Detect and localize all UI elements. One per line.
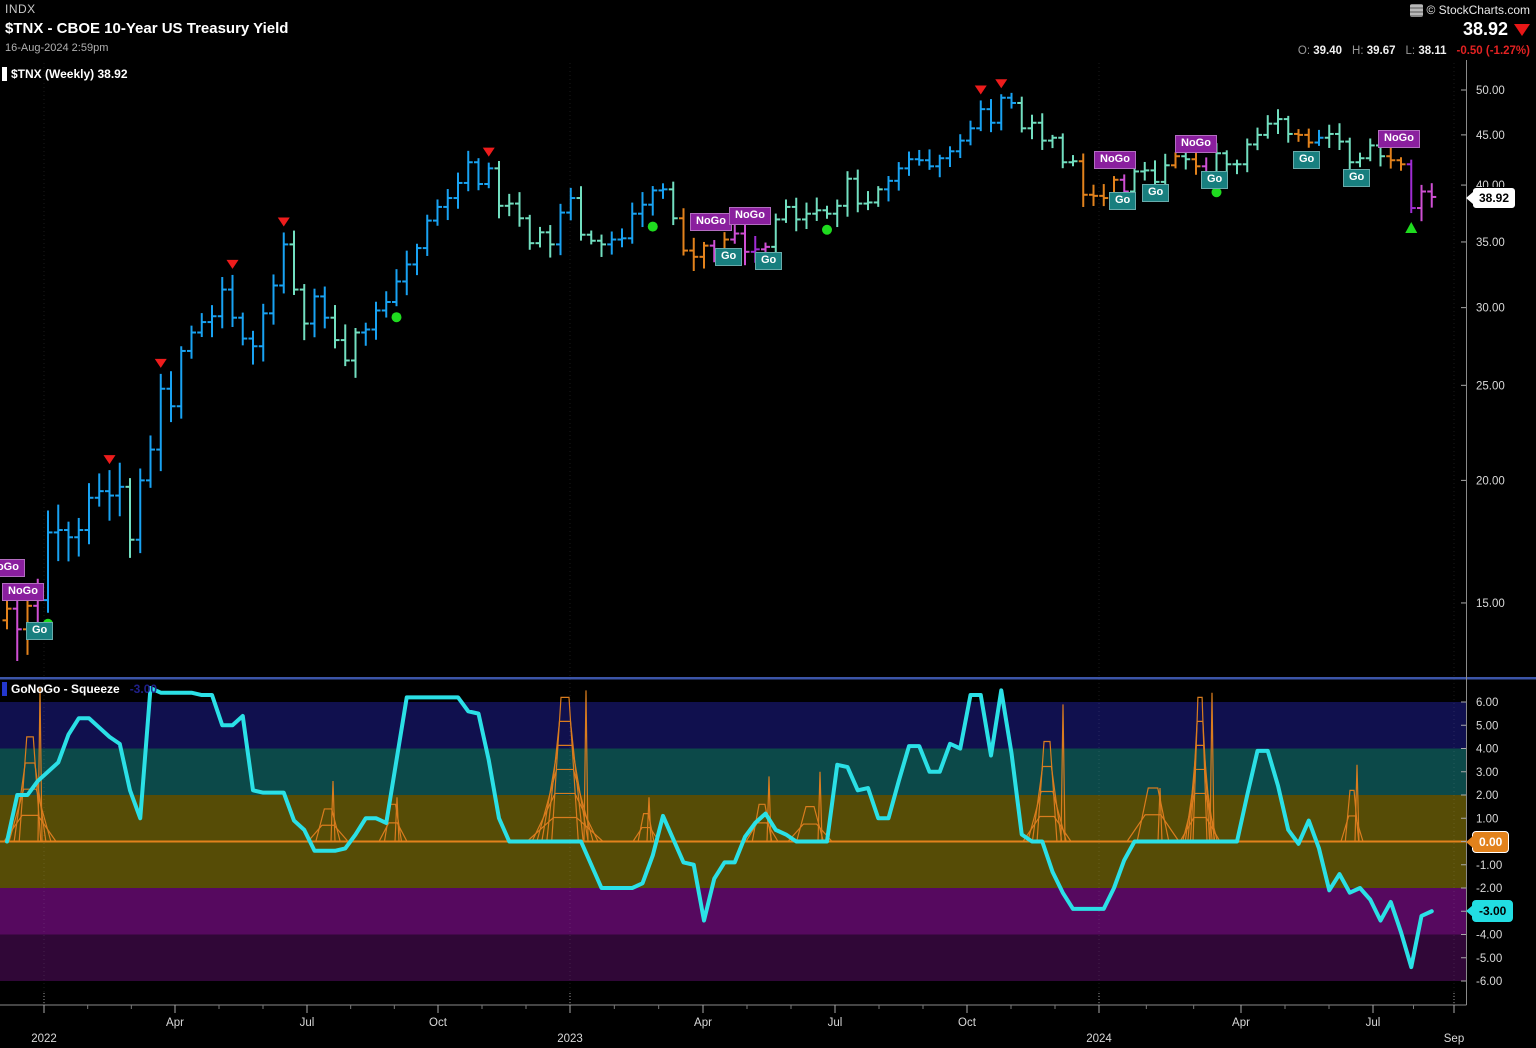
svg-text:2024: 2024 — [1086, 1033, 1112, 1045]
chart-window: 50.0045.0040.0035.0030.0025.0020.0015.00… — [0, 0, 1536, 1048]
go-label: Go — [1109, 192, 1136, 210]
main-legend-label: $TNX (Weekly) 38.92 — [11, 67, 128, 81]
go-label: Go — [1142, 184, 1169, 202]
svg-text:Apr: Apr — [1232, 1017, 1250, 1029]
squeeze-current-bubble: -3.00 — [1472, 900, 1513, 922]
svg-text:25.00: 25.00 — [1476, 380, 1505, 392]
ohlc-row: O: 39.40 H: 39.67 L: 38.11 -0.50 (-1.27%… — [1298, 45, 1530, 57]
squeeze-legend: GoNoGo - Squeeze -3.00 — [2, 682, 157, 696]
squeeze-zero-bubble: 0.00 — [1472, 831, 1509, 853]
svg-text:2022: 2022 — [31, 1033, 57, 1045]
svg-text:2.00: 2.00 — [1476, 790, 1498, 802]
svg-text:Jul: Jul — [300, 1017, 315, 1029]
svg-text:4.00: 4.00 — [1476, 744, 1498, 756]
go-label: Go — [1343, 169, 1370, 187]
go-label: Go — [755, 252, 782, 270]
squeeze-legend-value: -3.00 — [130, 682, 157, 696]
svg-text:15.00: 15.00 — [1476, 598, 1505, 610]
squeeze-legend-label: GoNoGo - Squeeze — [11, 682, 120, 696]
svg-text:-5.00: -5.00 — [1476, 953, 1502, 965]
price-bubble: 38.92 — [1472, 187, 1516, 209]
copyright[interactable]: © StockCharts.com — [1410, 3, 1530, 17]
go-label: Go — [1293, 151, 1320, 169]
go-label: Go — [715, 248, 742, 266]
chart-header: INDX $TNX - CBOE 10-Year US Treasury Yie… — [0, 0, 1536, 60]
svg-text:-1.00: -1.00 — [1476, 860, 1502, 872]
timestamp: 16-Aug-2024 2:59pm — [5, 42, 108, 54]
nogo-label: NoGo — [0, 559, 25, 577]
open-value: 39.40 — [1313, 45, 1342, 57]
nogo-label: NoGo — [2, 583, 44, 601]
svg-text:Sep: Sep — [1444, 1033, 1464, 1045]
low-value: 38.11 — [1418, 45, 1446, 57]
svg-text:-2.00: -2.00 — [1476, 883, 1502, 895]
nogo-label: NoGo — [1378, 130, 1420, 148]
svg-text:Jul: Jul — [828, 1017, 843, 1029]
svg-text:Oct: Oct — [958, 1017, 977, 1029]
change-value: -0.50 (-1.27%) — [1456, 45, 1530, 57]
svg-text:50.00: 50.00 — [1476, 85, 1505, 97]
nogo-label: NoGo — [729, 207, 771, 225]
svg-text:Jul: Jul — [1366, 1017, 1381, 1029]
svg-text:5.00: 5.00 — [1476, 720, 1498, 732]
stockcharts-logo-icon — [1410, 4, 1423, 17]
legend-chip — [2, 682, 7, 696]
svg-text:-6.00: -6.00 — [1476, 976, 1502, 988]
svg-text:2023: 2023 — [557, 1033, 583, 1045]
svg-text:30.00: 30.00 — [1476, 303, 1505, 315]
main-legend: $TNX (Weekly) 38.92 — [2, 67, 128, 81]
go-label: Go — [1201, 171, 1228, 189]
svg-text:Apr: Apr — [694, 1017, 712, 1029]
down-arrow-icon — [1514, 24, 1530, 36]
legend-chip — [2, 67, 7, 81]
high-value: 39.67 — [1367, 45, 1396, 57]
svg-text:1.00: 1.00 — [1476, 813, 1498, 825]
nogo-label: NoGo — [1094, 151, 1136, 169]
svg-text:Oct: Oct — [429, 1017, 448, 1029]
svg-text:45.00: 45.00 — [1476, 130, 1505, 142]
last-price-row: 38.92 — [1463, 19, 1530, 40]
svg-text:-4.00: -4.00 — [1476, 930, 1502, 942]
last-price: 38.92 — [1463, 19, 1508, 40]
nogo-label: NoGo — [690, 213, 732, 231]
page-title: $TNX - CBOE 10-Year US Treasury Yield — [5, 20, 288, 37]
svg-text:35.00: 35.00 — [1476, 237, 1505, 249]
svg-text:Apr: Apr — [166, 1017, 184, 1029]
symbol-type: INDX — [5, 2, 36, 16]
svg-text:6.00: 6.00 — [1476, 697, 1498, 709]
go-label: Go — [26, 622, 53, 640]
nogo-label: NoGo — [1175, 135, 1217, 153]
svg-text:3.00: 3.00 — [1476, 767, 1498, 779]
svg-text:20.00: 20.00 — [1476, 475, 1505, 487]
